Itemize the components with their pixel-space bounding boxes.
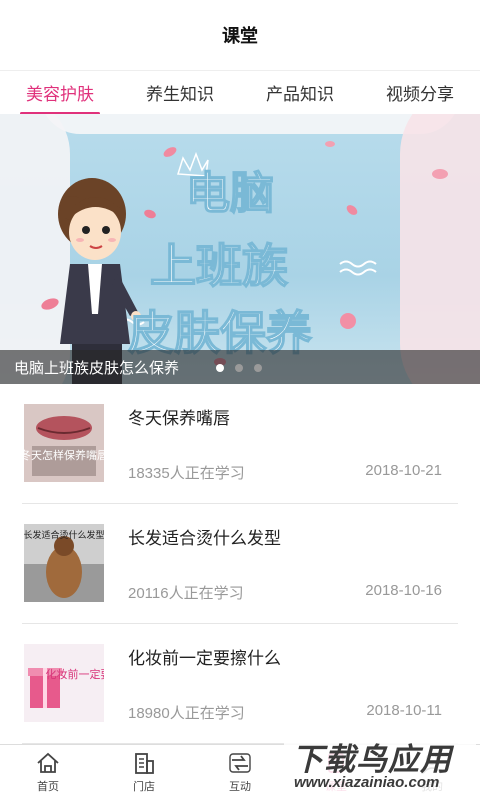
course-date: 2018-10-21 — [365, 462, 442, 479]
banner-illustration: 电脑 上班族 皮肤保养 — [41, 141, 448, 384]
course-item[interactable]: 长发适合烫什么发型 长发适合烫什么发型 20116人正在学习 2018-10-1… — [22, 504, 458, 624]
svg-text:长发适合烫什么发型: 长发适合烫什么发型 — [24, 529, 104, 540]
banner-art-line-1: 电脑 — [186, 169, 274, 218]
course-thumbnail-hair: 长发适合烫什么发型 — [24, 524, 104, 602]
site-watermark: 下载鸟应用 www.xiazainiao.com — [284, 732, 476, 796]
course-date: 2018-10-16 — [365, 582, 442, 599]
svg-text:冬天怎样保养嘴唇: 冬天怎样保养嘴唇 — [24, 448, 104, 462]
banner-art-line-2: 上班族 — [150, 240, 288, 292]
course-title: 长发适合烫什么发型 — [128, 529, 281, 548]
banner-carousel[interactable]: 电脑 上班族 皮肤保养 电脑上班族皮肤怎么保养 — [0, 114, 480, 384]
carousel-indicators — [216, 364, 262, 372]
carousel-dot[interactable] — [235, 364, 243, 372]
home-icon — [37, 752, 59, 773]
course-learners: 18980人正在学习 — [128, 705, 245, 722]
tab-health-knowledge[interactable]: 养生知识 — [144, 71, 216, 115]
course-thumbnail-lips: 冬天怎样保养嘴唇 — [24, 404, 104, 482]
course-date: 2018-10-11 — [366, 702, 442, 719]
course-learners: 20116人正在学习 — [128, 585, 244, 602]
tabbar-item-home[interactable]: 首页 — [0, 745, 96, 800]
page-title: 课堂 — [222, 26, 258, 46]
category-tabs: 美容护肤 养生知识 产品知识 视频分享 — [0, 70, 480, 115]
tabbar-item-interact[interactable]: 互动 — [192, 745, 288, 800]
tabbar-label: 互动 — [229, 781, 251, 793]
carousel-dot[interactable] — [254, 364, 262, 372]
exchange-icon — [229, 753, 251, 773]
tab-video-share[interactable]: 视频分享 — [384, 71, 456, 115]
course-learners: 18335人正在学习 — [128, 465, 245, 482]
watermark-main-text: 下载鸟应用 — [292, 742, 452, 777]
tabbar-item-store[interactable]: 门店 — [96, 745, 192, 800]
watermark-url-text: www.xiazainiao.com — [294, 774, 440, 791]
tabbar-label: 门店 — [133, 781, 155, 793]
tab-product-knowledge[interactable]: 产品知识 — [264, 71, 336, 115]
tabbar-label: 首页 — [37, 781, 59, 793]
course-list: 冬天怎样保养嘴唇 冬天保养嘴唇 18335人正在学习 2018-10-21 长发… — [0, 384, 480, 744]
header: 课堂 — [0, 0, 480, 70]
course-item[interactable]: 冬天怎样保养嘴唇 冬天保养嘴唇 18335人正在学习 2018-10-21 — [22, 384, 458, 504]
building-icon — [135, 753, 154, 774]
course-title: 化妆前一定要擦什么 — [128, 649, 281, 668]
course-title: 冬天保养嘴唇 — [128, 409, 230, 428]
svg-text:化妆前一定要擦: 化妆前一定要擦 — [46, 667, 105, 681]
carousel-dot[interactable] — [216, 364, 224, 372]
course-item[interactable]: 化妆前一定要擦 化妆前一定要擦什么 18980人正在学习 2018-10-11 — [22, 624, 458, 744]
tab-beauty-skincare[interactable]: 美容护肤 — [20, 71, 100, 115]
banner-caption: 电脑上班族皮肤怎么保养 — [14, 359, 180, 377]
course-thumbnail-makeup: 化妆前一定要擦 — [24, 644, 104, 722]
